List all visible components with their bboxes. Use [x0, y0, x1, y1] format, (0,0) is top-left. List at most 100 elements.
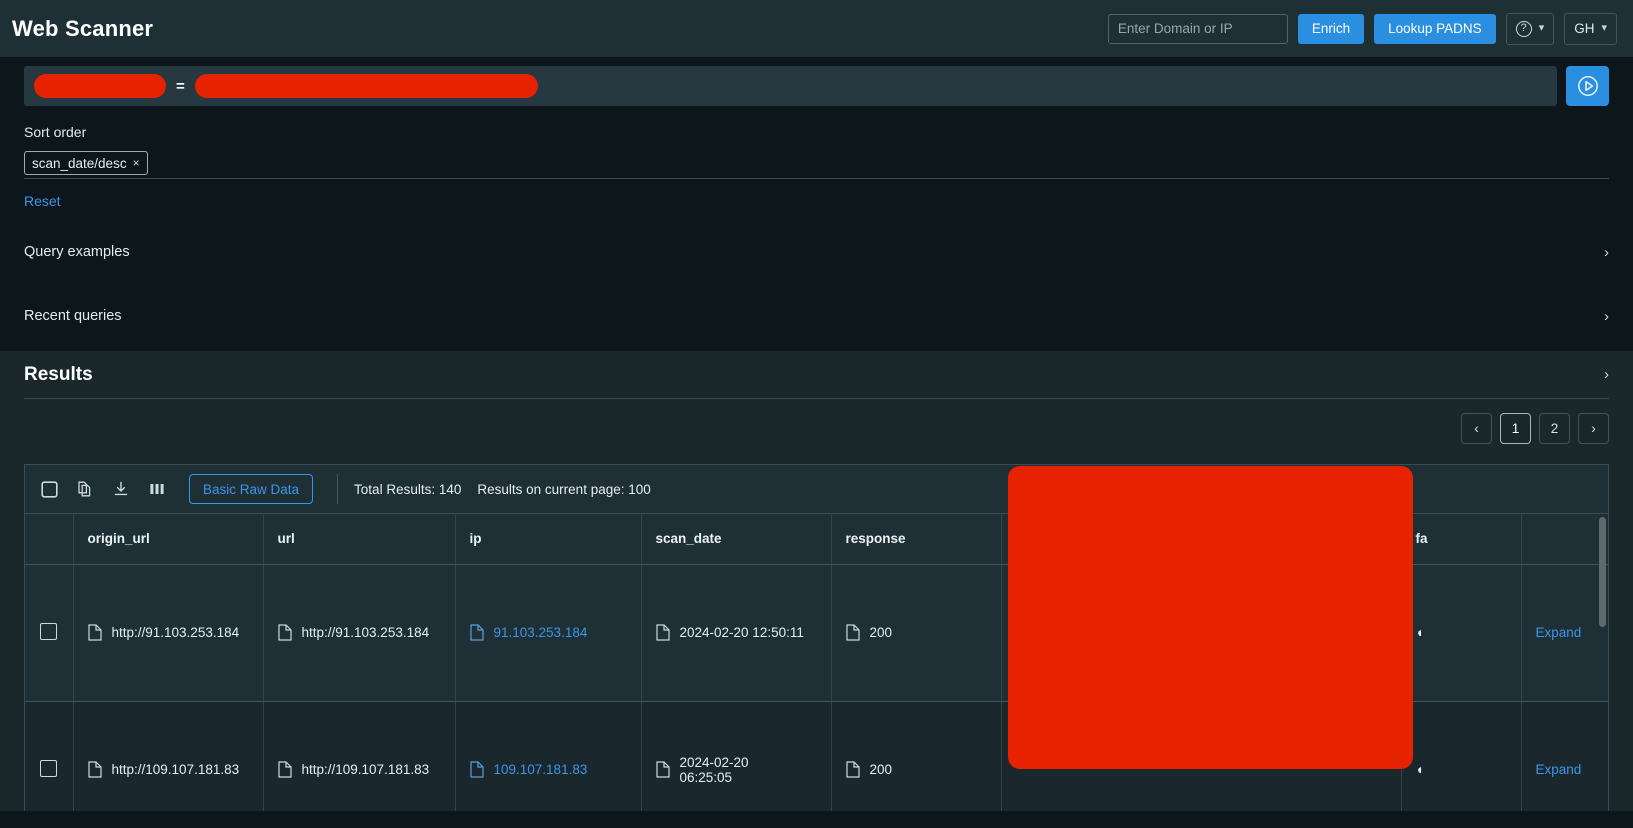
query-operator: = [176, 77, 185, 95]
cell-response: 200 [831, 564, 1002, 702]
response-value: 200 [869, 625, 893, 640]
row-select-cell [25, 701, 74, 811]
expand-row-link[interactable]: Expand [1536, 762, 1582, 777]
checkbox-icon [40, 480, 58, 498]
copy-icon[interactable] [469, 624, 484, 641]
run-query-button[interactable] [1566, 66, 1609, 106]
pagination: ‹ 1 2 › [0, 413, 1609, 444]
pagination-next-button[interactable]: › [1578, 413, 1609, 444]
query-examples-accordion[interactable]: Query examples › [24, 231, 1609, 273]
total-results-label: Total Results: [354, 481, 436, 497]
cell-scan-date: 2024-02-20 06:25:05 [641, 701, 832, 811]
copy-icon[interactable] [845, 761, 860, 778]
cell-url: http://109.107.181.83 [263, 701, 456, 811]
favicon-icon: ◖ [1415, 625, 1424, 640]
cell-ip: 109.107.181.83 [455, 701, 642, 811]
redacted-query-key [34, 74, 166, 98]
cell-scan-date: 2024-02-20 12:50:11 [641, 564, 832, 702]
domain-or-ip-input[interactable] [1107, 13, 1288, 44]
cell-expand: Expand [1521, 701, 1608, 811]
close-icon[interactable]: × [133, 156, 140, 170]
column-header-expand [1521, 514, 1608, 565]
copy-icon[interactable] [87, 761, 102, 778]
enrich-button[interactable]: Enrich [1297, 13, 1365, 44]
download-button[interactable] [111, 479, 131, 499]
column-header-scan-date[interactable]: scan_date [641, 514, 832, 565]
row-checkbox[interactable] [40, 622, 58, 640]
query-builder-field[interactable]: = [24, 66, 1557, 106]
toolbar-divider [337, 474, 339, 504]
select-all-checkbox[interactable] [39, 479, 59, 499]
column-header-url[interactable]: url [263, 514, 456, 565]
copy-icon[interactable] [469, 761, 484, 778]
chevron-right-icon: › [1604, 366, 1609, 383]
column-header-ip[interactable]: ip [455, 514, 642, 565]
copy-icon[interactable] [845, 624, 860, 641]
origin-url-value: http://109.107.181.83 [111, 762, 240, 777]
header-actions: Enrich Lookup PADNS ? ▾ GH ▾ [1107, 12, 1617, 45]
copy-icon[interactable] [87, 624, 102, 641]
column-header-response[interactable]: response [831, 514, 1002, 565]
redacted-query-value [194, 74, 538, 98]
copy-icon[interactable] [277, 761, 292, 778]
chevron-down-icon: ▾ [1538, 22, 1545, 34]
copy-icon[interactable] [655, 624, 670, 641]
cell-origin-url: http://91.103.253.184 [73, 564, 264, 702]
lookup-padns-button[interactable]: Lookup PADNS [1374, 13, 1496, 44]
copy-icon[interactable] [655, 761, 670, 778]
cell-origin-url: http://109.107.181.83 [73, 701, 264, 811]
ip-link[interactable]: 109.107.181.83 [494, 762, 588, 777]
expand-row-link[interactable]: Expand [1536, 625, 1582, 640]
current-page-label: Results on current page: [477, 481, 625, 497]
copy-icon [78, 481, 91, 497]
pagination-prev-button[interactable]: ‹ [1461, 413, 1492, 444]
row-select-cell [25, 564, 74, 702]
cell-favicon: ◖ [1401, 564, 1522, 702]
sort-order-chip-label: scan_date/desc [32, 155, 127, 171]
copy-icon[interactable] [277, 624, 292, 641]
cell-response: 200 [831, 701, 1002, 811]
account-initials: GH [1574, 21, 1595, 36]
ip-link[interactable]: 91.103.253.184 [494, 625, 588, 640]
column-header-select [25, 514, 74, 565]
sort-order-chip[interactable]: scan_date/desc × [24, 151, 148, 175]
cell-url: http://91.103.253.184 [263, 564, 456, 702]
columns-button[interactable] [147, 479, 167, 499]
app-header: Web Scanner Enrich Lookup PADNS ? ▾ GH ▾ [0, 0, 1633, 57]
question-mark-icon: ? [1515, 20, 1532, 37]
scan-date-value: 2024-02-20 12:50:11 [679, 625, 804, 640]
help-menu-button[interactable]: ? ▾ [1505, 12, 1555, 45]
url-value: http://109.107.181.83 [301, 762, 430, 777]
view-mode-toggle[interactable]: Basic Raw Data [189, 474, 314, 504]
table-vertical-scrollbar[interactable] [1599, 517, 1606, 627]
cell-favicon: ◖ [1401, 701, 1522, 811]
sort-order-label: Sort order [24, 124, 87, 140]
origin-url-value: http://91.103.253.184 [111, 625, 240, 640]
results-header[interactable]: Results › [24, 351, 1609, 399]
chevron-right-icon: › [1604, 307, 1609, 325]
columns-icon [150, 484, 164, 494]
sort-order-field[interactable]: scan_date/desc × [24, 148, 1609, 179]
page-title: Web Scanner [12, 15, 154, 41]
reset-link[interactable]: Reset [24, 193, 61, 209]
row-checkbox[interactable] [40, 759, 58, 777]
scan-date-value: 2024-02-20 06:25:05 [679, 754, 749, 785]
pagination-page-2[interactable]: 2 [1539, 413, 1570, 444]
recent-queries-accordion[interactable]: Recent queries › [24, 295, 1609, 337]
results-title: Results [24, 363, 93, 385]
cell-ip: 91.103.253.184 [455, 564, 642, 702]
copy-button[interactable] [75, 479, 95, 499]
chevron-down-icon: ▾ [1601, 22, 1607, 34]
response-value: 200 [869, 762, 893, 777]
pagination-page-1[interactable]: 1 [1500, 413, 1531, 444]
column-header-origin-url[interactable]: origin_url [73, 514, 264, 565]
query-row: = [24, 66, 1609, 106]
query-panel: = Sort order scan_date/desc × Reset Quer… [0, 66, 1633, 351]
total-results-value: 140 [438, 481, 462, 497]
column-header-favicon[interactable]: fa [1401, 514, 1522, 565]
favicon-icon: ◖ [1415, 762, 1424, 777]
download-icon [114, 481, 128, 496]
results-table-container: Basic Raw Data Total Results: 140 Result… [24, 464, 1609, 811]
account-menu-button[interactable]: GH ▾ [1564, 12, 1617, 45]
results-section: Results › ‹ 1 2 › Basic Raw Data Total R… [0, 351, 1633, 811]
